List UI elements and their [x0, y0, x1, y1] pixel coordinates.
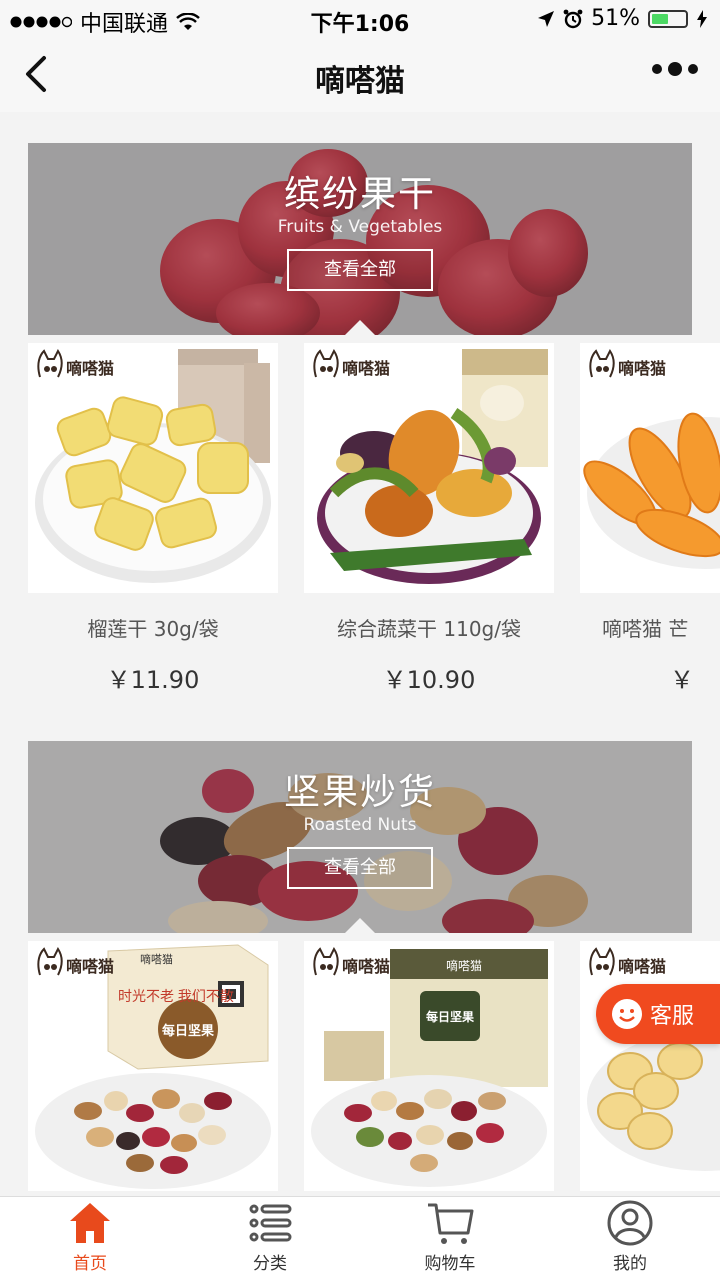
product-image: 嘀嗒猫: [28, 343, 278, 593]
brand-name: 嘀嗒猫: [66, 957, 115, 976]
nuts-box-brand: 嘀嗒猫: [446, 959, 482, 973]
product-image: 嘀嗒猫: [304, 343, 554, 593]
customer-service-button[interactable]: 客服: [596, 984, 720, 1044]
user-icon: [607, 1200, 653, 1246]
nuts-pack-slogan: 时光不老 我们不散: [118, 988, 234, 1004]
category-banner[interactable]: 坚果炒货 Roasted Nuts 查看全部: [28, 741, 692, 933]
product-carousel[interactable]: 时光不老 我们不散 嘀嗒猫 每日坚果 嘀嗒猫 嘀嗒猫 每日坚果 嘀嗒猫 嘀嗒猫: [0, 941, 720, 1196]
product-card[interactable]: 嘀嗒猫 榴莲干 30g/袋 ￥11.90: [28, 343, 278, 695]
brand-name: 嘀嗒猫: [342, 957, 391, 976]
category-banner[interactable]: 缤纷果干 Fruits & Vegetables 查看全部: [28, 143, 692, 335]
brand-logo: 嘀嗒猫: [36, 947, 114, 977]
brand-logo: 嘀嗒猫: [588, 947, 666, 977]
mixed-nuts-box-image: 时光不老 我们不散 嘀嗒猫 每日坚果: [35, 944, 271, 1189]
brand-name: 嘀嗒猫: [618, 359, 667, 378]
cat-logo-icon: [313, 947, 339, 976]
tab-label: 首页: [73, 1254, 107, 1274]
brand-logo: 嘀嗒猫: [588, 349, 666, 379]
location-icon: [538, 10, 555, 27]
durian-product-image: [35, 349, 271, 583]
nuts-pack-brand: 嘀嗒猫: [140, 952, 173, 966]
product-name: 综合蔬菜干 110g/袋: [337, 617, 521, 641]
daily-nuts-box-image: 嘀嗒猫 每日坚果: [311, 949, 548, 1187]
customer-service-label: 客服: [650, 1004, 695, 1029]
product-card[interactable]: 嘀嗒猫 综合蔬菜干 110g/袋 ￥10.90: [304, 343, 554, 695]
cat-logo-icon: [37, 947, 63, 976]
product-carousel[interactable]: 嘀嗒猫 榴莲干 30g/袋 ￥11.90 嘀嗒猫 综合蔬菜干 110g/袋 ￥1…: [0, 343, 720, 703]
bottom-tab-bar: 首页 分类 购物车 我的: [0, 1196, 720, 1280]
product-image: 嘀嗒猫: [580, 941, 720, 1191]
more-menu-icon[interactable]: [652, 62, 698, 76]
tab-label: 购物车: [424, 1254, 476, 1274]
brand-logo: 嘀嗒猫: [36, 349, 114, 379]
battery-percent: 51%: [591, 6, 640, 31]
tab-home[interactable]: 首页: [0, 1197, 180, 1280]
battery-fill: [652, 13, 669, 24]
brand-name: 嘀嗒猫: [618, 957, 667, 976]
status-bar: 中国联通 下午1:06 51%: [0, 0, 720, 40]
home-icon: [70, 1203, 110, 1243]
status-right: 51%: [537, 6, 708, 31]
category-section-fruits: 缤纷果干 Fruits & Vegetables 查看全部 嘀嗒猫 榴莲干 30…: [0, 143, 720, 743]
dried-mango-image: [583, 412, 720, 569]
category-section-nuts: 坚果炒货 Roasted Nuts 查看全部 时光不老 我们不散 嘀嗒猫 每日坚…: [0, 741, 720, 1196]
brand-logo: 嘀嗒猫: [312, 349, 390, 379]
product-card[interactable]: 嘀嗒猫: [580, 941, 720, 1191]
banana-chips-image: [587, 1031, 720, 1171]
nuts-pack-title: 每日坚果: [162, 1023, 214, 1038]
tab-label: 我的: [613, 1254, 647, 1274]
banner-notch: [344, 918, 376, 933]
cat-logo-icon: [37, 349, 63, 378]
product-name: 榴莲干 30g/袋: [87, 617, 219, 641]
smile-icon: [612, 999, 642, 1029]
view-all-button[interactable]: 查看全部: [287, 847, 433, 889]
product-card[interactable]: 嘀嗒猫 嘀嗒猫 芒 ￥: [580, 343, 720, 695]
brand-name: 嘀嗒猫: [66, 359, 115, 378]
charging-icon: [697, 9, 707, 28]
cat-logo-icon: [589, 349, 615, 378]
cat-logo-icon: [589, 947, 615, 976]
list-icon: [249, 1204, 292, 1242]
vegetable-chips-image: [317, 349, 548, 584]
brand-logo: 嘀嗒猫: [312, 947, 390, 977]
tab-cart[interactable]: 购物车: [360, 1197, 540, 1280]
cart-icon: [428, 1203, 474, 1244]
banner-subtitle: Roasted Nuts: [303, 815, 417, 835]
nuts-box-title: 每日坚果: [426, 1009, 474, 1024]
product-price: ￥10.90: [382, 666, 476, 694]
product-image: 嘀嗒猫: [580, 343, 720, 593]
product-name: 嘀嗒猫 芒: [602, 617, 689, 641]
nav-bar: 嘀嗒猫: [0, 40, 720, 112]
product-price: ￥11.90: [106, 666, 200, 694]
battery-icon: [648, 9, 688, 28]
product-card[interactable]: 时光不老 我们不散 嘀嗒猫 每日坚果 嘀嗒猫: [28, 941, 278, 1191]
cat-logo-icon: [313, 349, 339, 378]
banner-title: 缤纷果干: [283, 174, 436, 215]
alarm-icon: [563, 9, 583, 28]
tab-label: 分类: [253, 1254, 287, 1274]
brand-name: 嘀嗒猫: [342, 359, 391, 378]
banner-title: 坚果炒货: [283, 772, 436, 813]
view-all-button[interactable]: 查看全部: [287, 249, 433, 291]
tab-category[interactable]: 分类: [180, 1197, 360, 1280]
tab-profile[interactable]: 我的: [540, 1197, 720, 1280]
banner-subtitle: Fruits & Vegetables: [277, 217, 443, 237]
product-image: 时光不老 我们不散 嘀嗒猫 每日坚果 嘀嗒猫: [28, 941, 278, 1191]
product-card[interactable]: 嘀嗒猫 每日坚果 嘀嗒猫: [304, 941, 554, 1191]
product-price: ￥: [670, 666, 694, 694]
product-image: 嘀嗒猫 每日坚果 嘀嗒猫: [304, 941, 554, 1191]
page-title: 嘀嗒猫: [315, 64, 405, 99]
banner-notch: [344, 320, 376, 335]
